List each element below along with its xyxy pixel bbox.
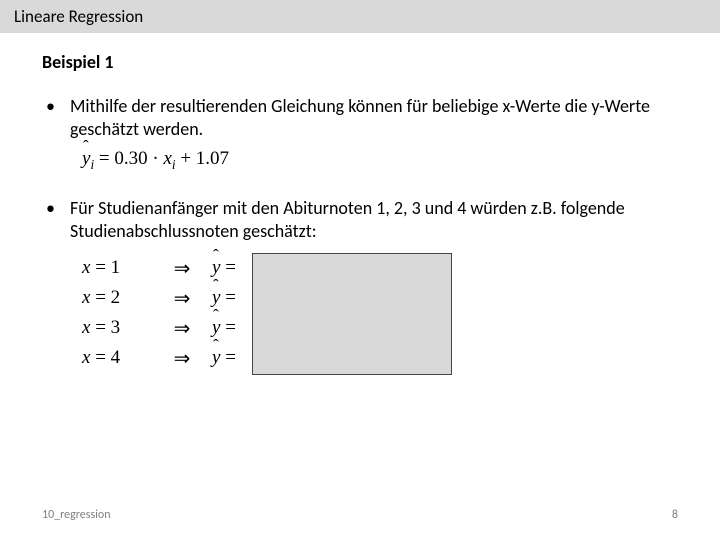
slide-footer: 10_regression 8 (42, 508, 678, 522)
bullet-1-text: Mithilfe der resultierenden Gleichung kö… (70, 95, 678, 142)
footer-left: 10_regression (42, 508, 111, 522)
bullet-2-text: Für Studienanfänger mit den Abiturnoten … (70, 197, 678, 244)
bullet-2: • Für Studienanfänger mit den Abiturnote… (42, 197, 678, 244)
eq-slope: 0.30 (114, 148, 147, 169)
implies-icon: ⇒ (152, 316, 212, 341)
implies-icon: ⇒ (152, 256, 212, 281)
x-val: 3 (111, 317, 121, 338)
slide-header: Lineare Regression (0, 0, 720, 33)
answer-cover-box (252, 253, 452, 375)
page-number: 8 (672, 508, 678, 522)
x-val: 2 (111, 287, 121, 308)
bullet-1: • Mithilfe der resultierenden Gleichung … (42, 95, 678, 142)
implies-icon: ⇒ (152, 286, 212, 311)
implies-icon: ⇒ (152, 346, 212, 371)
bullet-dot-icon: • (42, 197, 70, 244)
slide-content: Beispiel 1 • Mithilfe der resultierenden… (0, 33, 720, 373)
examples-block: x = 1 ⇒ y = x = 2 ⇒ y = x = 3 ⇒ y = x = … (82, 253, 442, 373)
bullet-dot-icon: • (42, 95, 70, 142)
header-title: Lineare Regression (14, 6, 143, 27)
regression-equation: yi = 0.30 · xi + 1.07 (82, 148, 678, 173)
x-val: 4 (111, 347, 121, 368)
subtitle: Beispiel 1 (42, 51, 678, 73)
eq-intercept: 1.07 (196, 148, 229, 169)
x-val: 1 (111, 257, 121, 278)
